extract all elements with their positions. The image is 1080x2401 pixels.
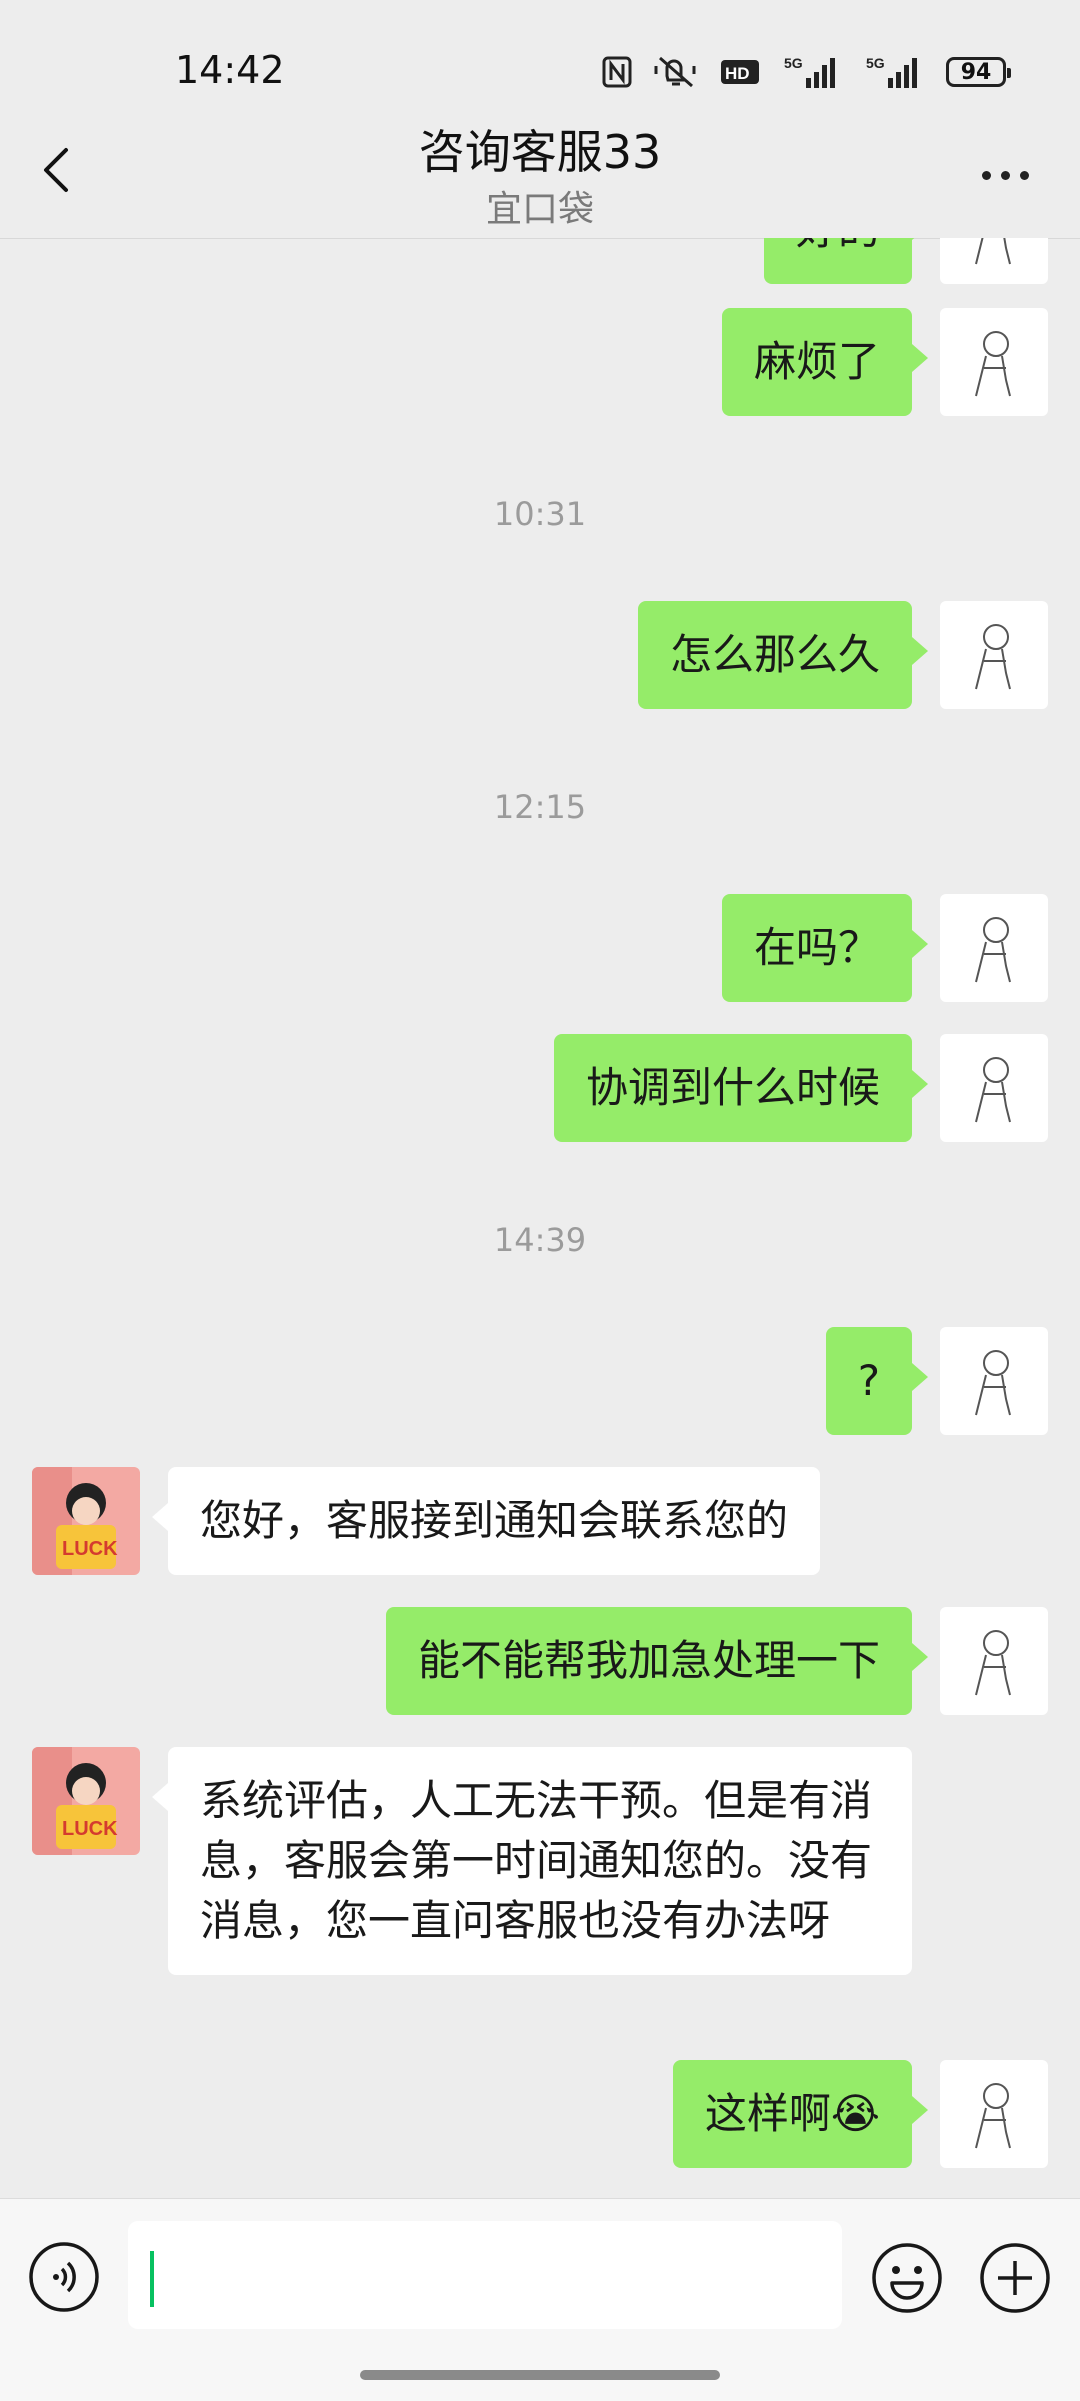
message-bubble[interactable]: 怎么那么久	[637, 601, 929, 709]
message-bubble[interactable]: ?	[825, 1327, 929, 1435]
chat-title: 咨询客服33	[418, 125, 662, 179]
svg-text:5G: 5G	[784, 55, 803, 71]
message-sent[interactable]: 在吗？	[721, 894, 1048, 1002]
signal-5g-icon: 5G	[782, 54, 842, 90]
message-bubble[interactable]: 您好，客服接到通知会联系您的	[151, 1467, 821, 1575]
sketch-person-icon	[975, 1057, 1011, 1123]
service-avatar[interactable]: LUCK	[32, 1747, 140, 1855]
message-received[interactable]: LUCK 系统评估，人工无法干预。但是有消息，客服会第一时间通知您的。没有消息，…	[32, 1747, 912, 1975]
svg-text:LUCK: LUCK	[62, 1818, 118, 1840]
message-input[interactable]	[128, 2221, 842, 2329]
battery-percent: 94	[960, 59, 992, 85]
battery-icon: 94	[946, 57, 1011, 87]
message-bubble[interactable]: 麻烦了	[721, 308, 929, 416]
svg-text:LUCK: LUCK	[62, 1538, 118, 1560]
message-bubble[interactable]: 这样啊😭	[672, 2060, 929, 2168]
message-sent[interactable]: 麻烦了	[721, 308, 1048, 416]
timestamp: 10:31	[493, 495, 587, 533]
voice-button[interactable]	[28, 2241, 100, 2313]
emoji-smile-icon	[872, 2243, 942, 2313]
message-sent[interactable]: 好的	[763, 238, 1048, 284]
message-sent[interactable]: 怎么那么久	[637, 601, 1048, 709]
home-indicator[interactable]	[360, 2370, 720, 2380]
my-avatar[interactable]	[940, 894, 1048, 1002]
more-options-button[interactable]	[982, 160, 1042, 190]
sketch-person-icon	[975, 624, 1011, 690]
my-avatar[interactable]	[940, 1327, 1048, 1435]
message-sent[interactable]: 能不能帮我加急处理一下	[385, 1607, 1048, 1715]
message-bubble[interactable]: 好的	[763, 238, 929, 284]
status-time: 14:42	[175, 48, 285, 92]
voice-icon	[29, 2242, 99, 2312]
more-functions-button[interactable]	[978, 2241, 1052, 2315]
message-bubble[interactable]: 系统评估，人工无法干预。但是有消息，客服会第一时间通知您的。没有消息，您一直问客…	[152, 1747, 912, 1975]
chat-subtitle: 宜口袋	[485, 189, 594, 230]
message-received[interactable]: LUCK 您好，客服接到通知会联系您的	[32, 1467, 821, 1575]
timestamp: 14:39	[493, 1221, 587, 1259]
my-avatar[interactable]	[940, 308, 1048, 416]
more-dot-icon	[1020, 170, 1029, 180]
sketch-person-icon	[975, 2083, 1011, 2149]
my-avatar[interactable]	[940, 601, 1048, 709]
text-caret	[150, 2251, 154, 2307]
cartoon-girl-luck-icon: LUCK	[32, 1467, 140, 1575]
sketch-person-icon	[975, 331, 1011, 397]
cartoon-girl-luck-icon: LUCK	[32, 1747, 140, 1855]
my-avatar[interactable]	[940, 1607, 1048, 1715]
message-sent[interactable]: 这样啊😭	[672, 2060, 1048, 2168]
message-bubble[interactable]: 在吗？	[721, 894, 929, 1002]
service-avatar[interactable]: LUCK	[32, 1467, 140, 1575]
signal-5g-icon: 5G	[864, 54, 924, 90]
chat-header: 咨询客服33 宜口袋	[0, 100, 1080, 239]
hd-icon: HD	[720, 57, 760, 87]
more-dot-icon	[982, 170, 991, 180]
my-avatar[interactable]	[940, 1034, 1048, 1142]
sketch-person-icon	[975, 917, 1011, 983]
sketch-person-icon	[975, 1350, 1011, 1416]
more-dot-icon	[1001, 170, 1010, 180]
message-sent[interactable]: 协调到什么时候	[553, 1034, 1048, 1142]
status-icons: HD 5G 5G 94	[602, 52, 1011, 92]
message-bubble[interactable]: 协调到什么时候	[553, 1034, 929, 1142]
timestamp: 12:15	[493, 788, 587, 826]
message-list[interactable]: 好的 麻烦了 10:31 怎么那么久 12:15 在吗？ 协调到什么时候 14:…	[0, 238, 1080, 2198]
my-avatar[interactable]	[940, 2060, 1048, 2168]
svg-text:HD: HD	[725, 64, 750, 83]
message-bubble[interactable]: 能不能帮我加急处理一下	[385, 1607, 929, 1715]
nfc-icon	[602, 56, 632, 88]
my-avatar[interactable]	[940, 238, 1048, 284]
plus-icon	[980, 2243, 1050, 2313]
svg-text:5G: 5G	[866, 55, 885, 71]
emoji-button[interactable]	[870, 2241, 944, 2315]
mute-icon	[654, 54, 698, 90]
sketch-person-icon	[975, 1630, 1011, 1696]
sketch-person-icon	[975, 238, 1011, 265]
message-sent[interactable]: ?	[825, 1327, 1048, 1435]
